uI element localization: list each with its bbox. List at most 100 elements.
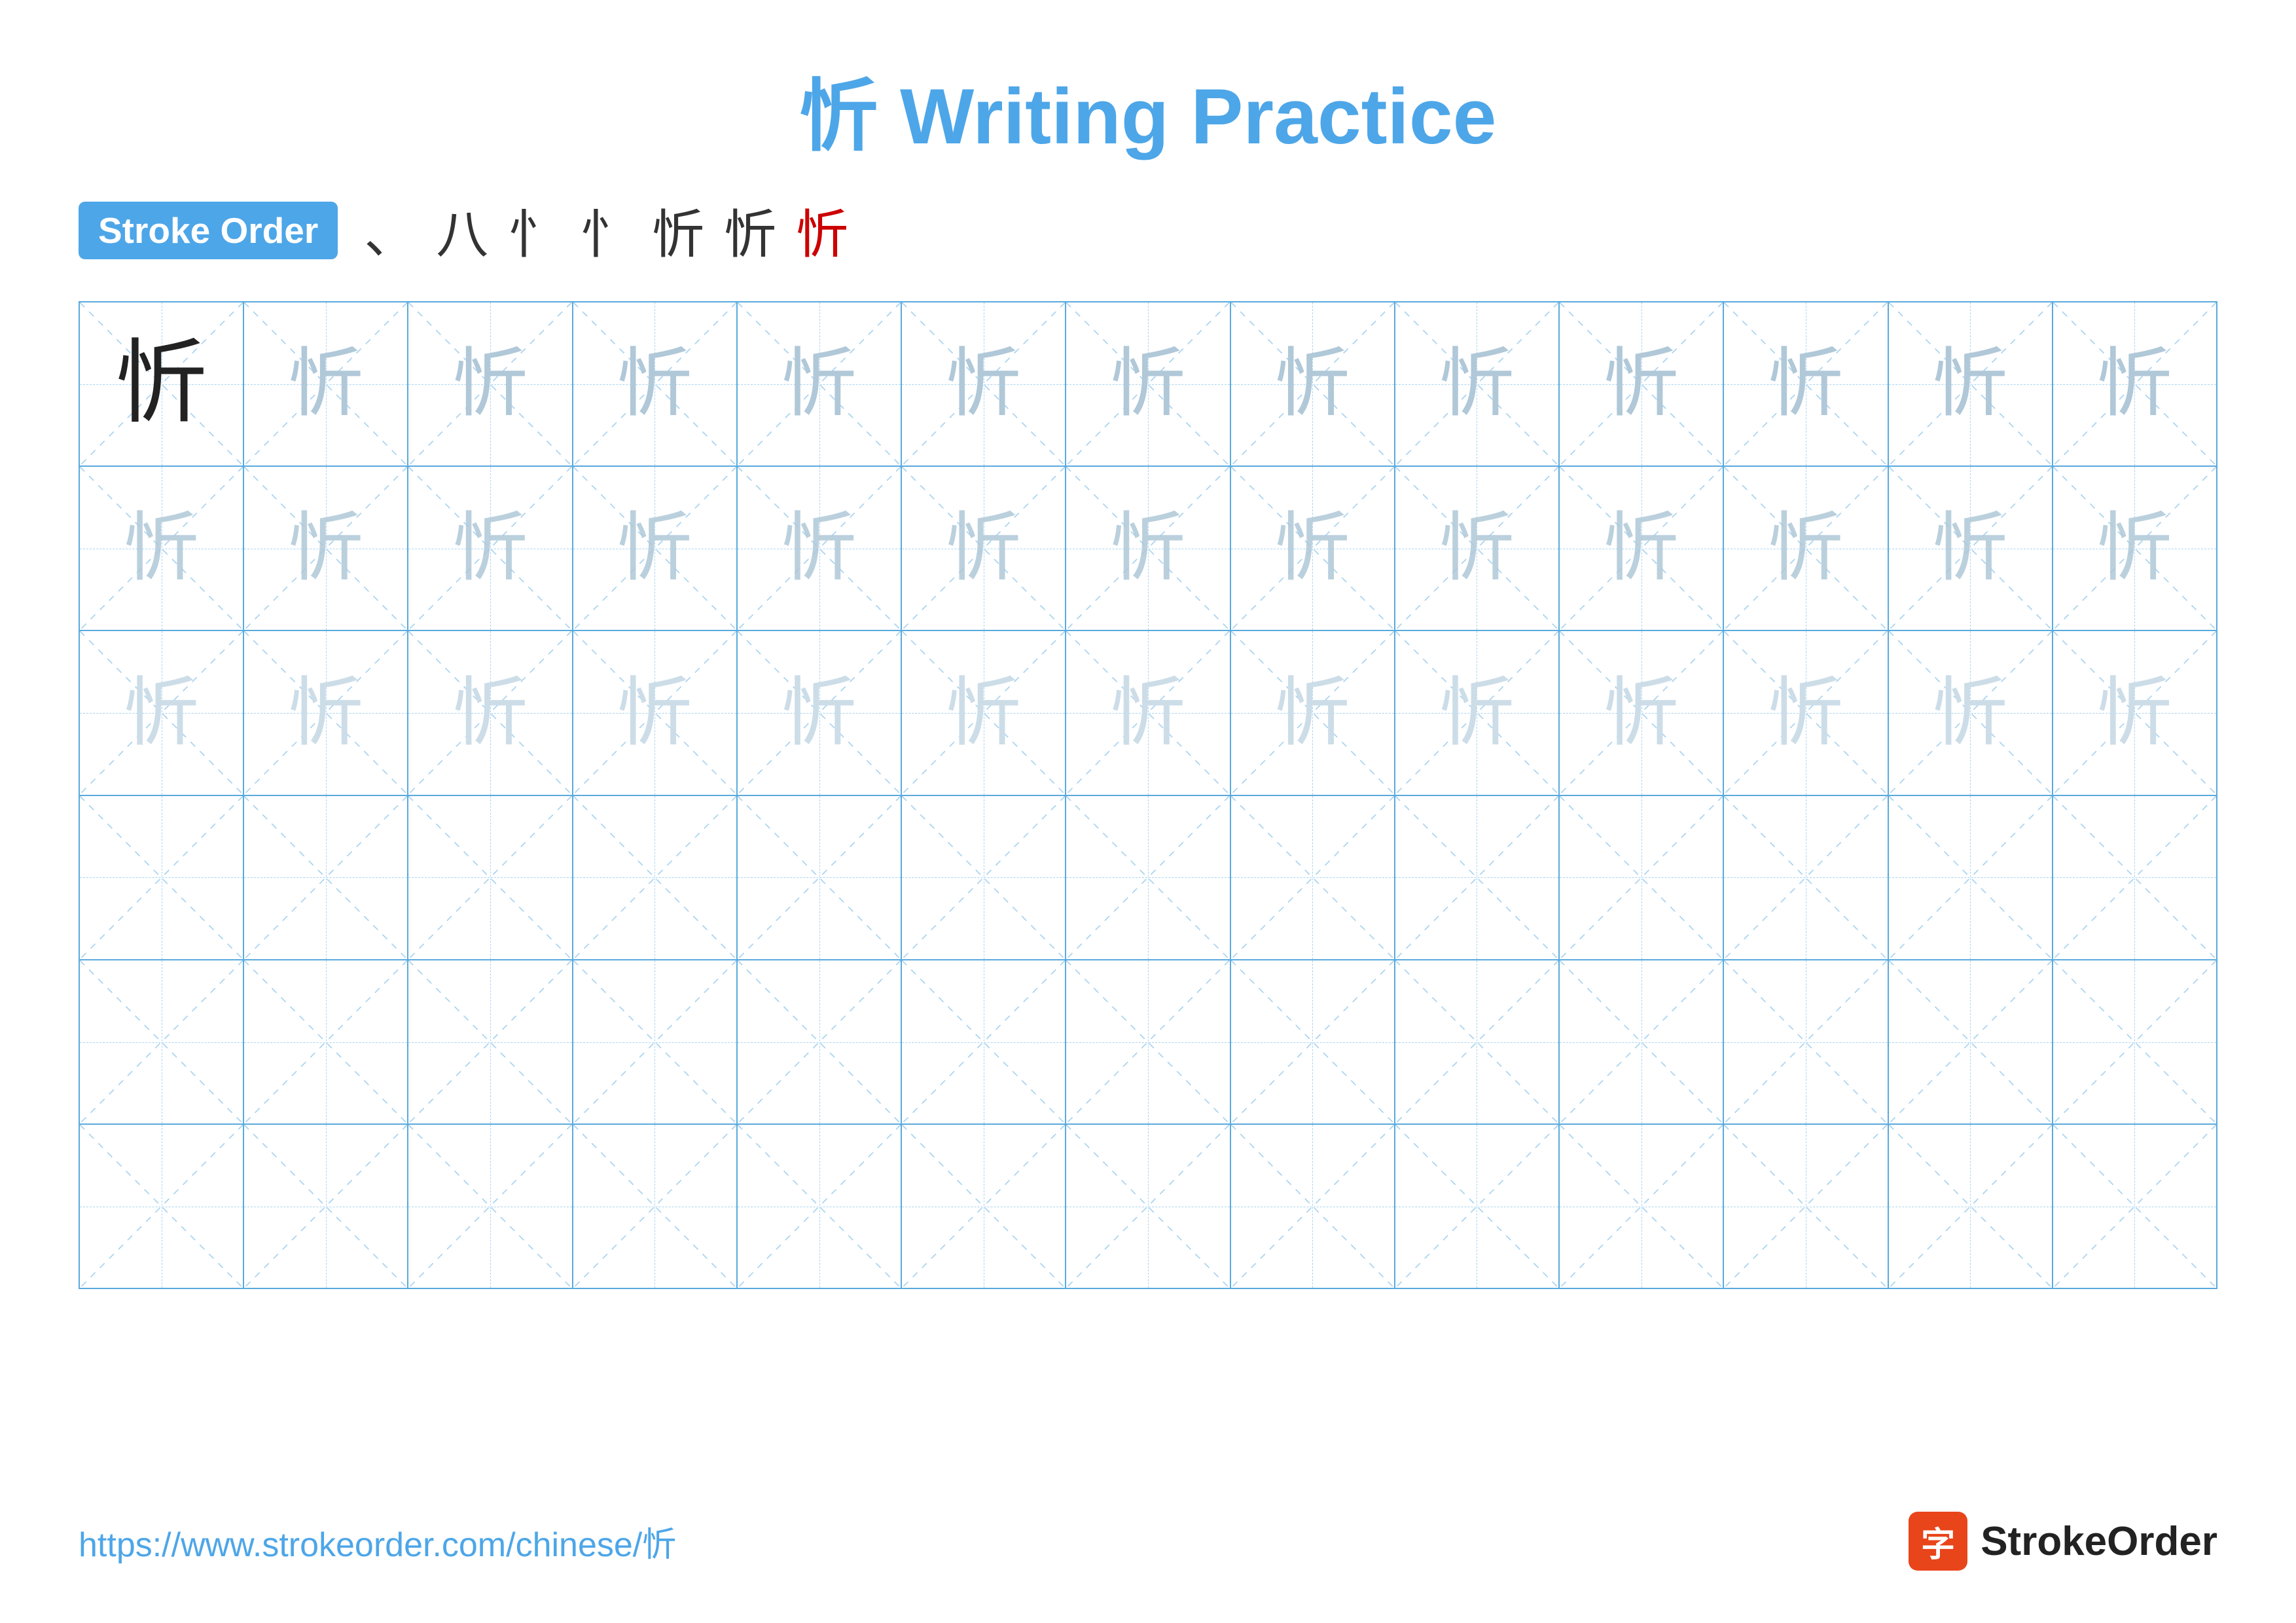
- grid-cell: 忻: [2053, 302, 2217, 467]
- grid-cell: 忻: [1560, 631, 1724, 795]
- grid-cell: 忻: [573, 302, 738, 467]
- grid-cell: [573, 960, 738, 1125]
- stroke-5: 忻: [652, 192, 704, 268]
- practice-char: 忻: [1604, 511, 1679, 586]
- practice-char: 忻: [946, 346, 1021, 422]
- grid-cell: 忻: [244, 467, 408, 631]
- grid-cell: [1889, 796, 2053, 960]
- practice-char: 忻: [1439, 676, 1515, 751]
- stroke-order-badge: Stroke Order: [79, 202, 338, 259]
- practice-char: 忻: [781, 511, 857, 586]
- grid-cell: 忻: [1724, 302, 1888, 467]
- grid-cell: 忻: [902, 302, 1066, 467]
- grid-cell: [902, 1125, 1066, 1289]
- grid-cell: [1560, 1125, 1724, 1289]
- grid-cell: [573, 1125, 738, 1289]
- practice-char: 忻: [453, 511, 528, 586]
- practice-char: 忻: [617, 511, 692, 586]
- grid-cell: 忻: [408, 302, 573, 467]
- practice-char: 忻: [2097, 511, 2172, 586]
- grid-cell: [408, 1125, 573, 1289]
- grid-cell: [1724, 960, 1888, 1125]
- page: 忻 Writing Practice Stroke Order 、 八 忄 忄 …: [0, 0, 2296, 1623]
- practice-char: 忻: [2097, 676, 2172, 751]
- practice-char: 忻: [1275, 511, 1350, 586]
- grid-cell: 忻: [1889, 302, 2053, 467]
- page-title: 忻 Writing Practice: [79, 52, 2217, 166]
- grid-cell: 忻: [1560, 302, 1724, 467]
- grid-cell: [408, 796, 573, 960]
- grid-cell: [244, 796, 408, 960]
- grid-cell: 忻: [902, 631, 1066, 795]
- grid-cell: [1724, 1125, 1888, 1289]
- grid-cell: 忻: [1231, 631, 1395, 795]
- grid-cell: [80, 1125, 244, 1289]
- grid-cell: [1066, 1125, 1230, 1289]
- practice-char: 忻: [1439, 511, 1515, 586]
- footer: https://www.strokeorder.com/chinese/忻 字 …: [79, 1512, 2217, 1571]
- grid-cell: 忻: [1066, 631, 1230, 795]
- grid-cell: [2053, 796, 2217, 960]
- practice-char: 忻: [288, 511, 363, 586]
- practice-char: 忻: [124, 511, 199, 586]
- stroke-3: 忄: [508, 192, 560, 268]
- practice-char: 忻: [1768, 346, 1843, 422]
- practice-char: 忻: [1439, 346, 1515, 422]
- practice-char: 忻: [1768, 676, 1843, 751]
- grid-cell: 忻: [1066, 302, 1230, 467]
- stroke-2: 八: [436, 192, 488, 268]
- grid-cell: 忻: [1560, 467, 1724, 631]
- grid-cell: [1066, 960, 1230, 1125]
- logo-text: StrokeOrder: [1981, 1518, 2217, 1565]
- grid-cell: [1889, 1125, 2053, 1289]
- practice-char: 忻: [617, 346, 692, 422]
- grid-cell: [902, 960, 1066, 1125]
- grid-cell: 忻: [1231, 467, 1395, 631]
- practice-char: 忻: [1604, 346, 1679, 422]
- grid-cell: [1231, 1125, 1395, 1289]
- footer-logo: 字 StrokeOrder: [1909, 1512, 2217, 1571]
- grid-cell: 忻: [1889, 631, 2053, 795]
- practice-char: 忻: [1768, 511, 1843, 586]
- grid-cell: 忻: [80, 631, 244, 795]
- practice-char: 忻: [288, 676, 363, 751]
- grid-cell: [738, 1125, 902, 1289]
- grid-cell: 忻: [1066, 467, 1230, 631]
- grid-cell: 忻: [1395, 631, 1560, 795]
- grid-cell: [1395, 960, 1560, 1125]
- grid-cell: [244, 960, 408, 1125]
- grid-cell: 忻: [1724, 467, 1888, 631]
- grid-cell: 忻: [738, 467, 902, 631]
- grid-cell: 忻: [1724, 631, 1888, 795]
- practice-char: 忻: [453, 346, 528, 422]
- grid-cell: 忻: [408, 467, 573, 631]
- grid-cell: 忻: [244, 631, 408, 795]
- grid-cell: 忻: [1231, 302, 1395, 467]
- practice-grid: 忻忻忻忻忻忻忻忻忻忻忻忻忻忻忻忻忻忻忻忻忻忻忻忻忻忻忻忻忻忻忻忻忻忻忻忻忻忻忻: [79, 301, 2217, 1289]
- stroke-4: 忄: [580, 192, 632, 268]
- grid-cell: 忻: [1395, 302, 1560, 467]
- grid-cell: [1066, 796, 1230, 960]
- grid-cell: [2053, 1125, 2217, 1289]
- grid-cell: [2053, 960, 2217, 1125]
- practice-char: 忻: [453, 676, 528, 751]
- grid-cell: 忻: [902, 467, 1066, 631]
- grid-cell: 忻: [80, 302, 244, 467]
- practice-char: 忻: [1110, 511, 1185, 586]
- grid-cell: 忻: [1395, 467, 1560, 631]
- stroke-1: 、: [364, 192, 416, 268]
- grid-cell: [1560, 796, 1724, 960]
- grid-cell: 忻: [573, 631, 738, 795]
- grid-cell: [738, 960, 902, 1125]
- practice-char: 忻: [1933, 511, 2008, 586]
- grid-cell: [1724, 796, 1888, 960]
- practice-char: 忻: [2097, 346, 2172, 422]
- practice-char: 忻: [1110, 346, 1185, 422]
- grid-cell: [1560, 960, 1724, 1125]
- stroke-order-row: Stroke Order 、 八 忄 忄 忻 忻 忻: [79, 192, 2217, 268]
- practice-char: 忻: [1933, 346, 2008, 422]
- grid-cell: [1231, 960, 1395, 1125]
- practice-char: 忻: [946, 676, 1021, 751]
- grid-cell: [80, 796, 244, 960]
- grid-cell: [573, 796, 738, 960]
